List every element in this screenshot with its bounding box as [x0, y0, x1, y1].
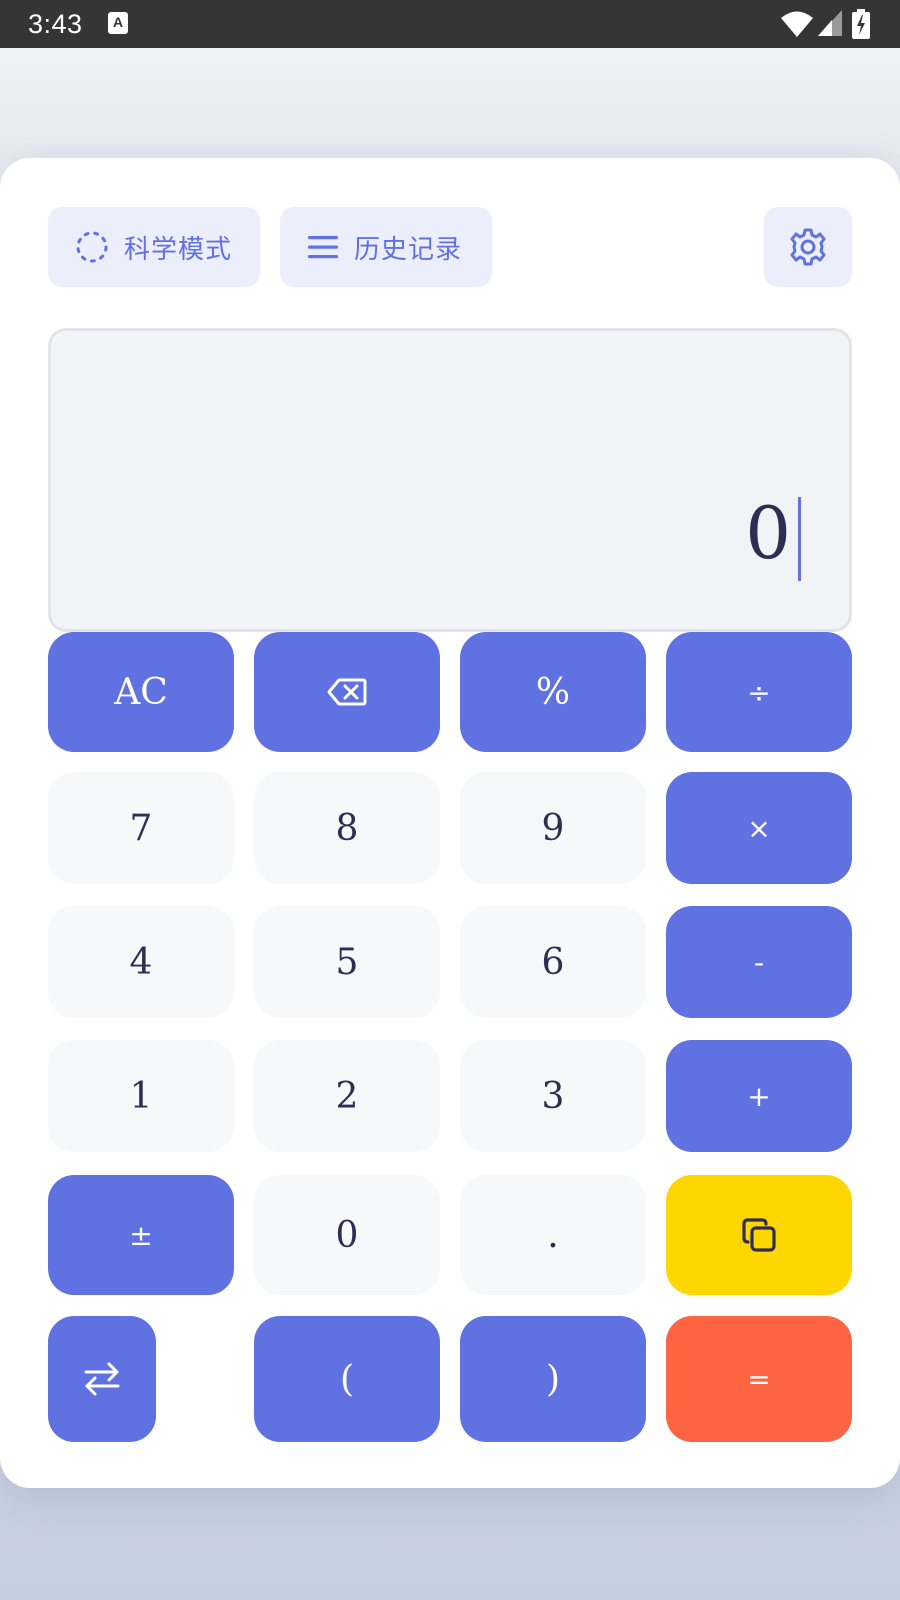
- digit-1-label: 1: [129, 1075, 153, 1117]
- plus-minus-label: ±: [129, 1218, 153, 1252]
- digit-4-button[interactable]: 4: [48, 906, 234, 1018]
- gear-icon: [790, 228, 826, 266]
- digit-5-button[interactable]: 5: [254, 906, 440, 1018]
- text-cursor: [798, 497, 801, 581]
- calculator-card: 科学模式 历史记录 0 AC % ÷ 7 8 9 × 4 5 6 - 1 2 3…: [0, 158, 900, 1488]
- percent-button[interactable]: %: [460, 632, 646, 752]
- open-paren-button[interactable]: (: [254, 1316, 440, 1442]
- all-clear-button[interactable]: AC: [48, 632, 234, 752]
- close-paren-button[interactable]: ): [460, 1316, 646, 1442]
- digit-3-button[interactable]: 3: [460, 1040, 646, 1152]
- plus-label: +: [747, 1079, 771, 1113]
- scientific-mode-label: 科学模式: [124, 234, 233, 265]
- digit-6-label: 6: [541, 941, 565, 983]
- wifi-icon: [781, 11, 813, 37]
- open-paren-label: (: [339, 1358, 355, 1400]
- decimal-point-button[interactable]: .: [460, 1175, 646, 1295]
- percent-label: %: [535, 671, 571, 713]
- scientific-mode-button[interactable]: 科学模式: [48, 207, 260, 287]
- equals-label: =: [747, 1362, 771, 1396]
- plus-button[interactable]: +: [666, 1040, 852, 1152]
- signal-icon: [818, 10, 842, 36]
- history-label: 历史记录: [354, 234, 463, 265]
- backspace-icon: [327, 678, 367, 706]
- notification-icon: A: [108, 12, 128, 34]
- digit-9-button[interactable]: 9: [460, 772, 646, 884]
- digit-8-label: 8: [335, 807, 359, 849]
- digit-2-button[interactable]: 2: [254, 1040, 440, 1152]
- multiply-label: ×: [747, 811, 771, 845]
- dotted-circle-icon: [76, 231, 108, 263]
- copy-button[interactable]: [666, 1175, 852, 1295]
- status-bar: 3:43 A: [0, 0, 900, 48]
- swap-arrows-icon: [84, 1362, 120, 1396]
- digit-0-label: 0: [335, 1214, 359, 1256]
- plus-minus-button[interactable]: ±: [48, 1175, 234, 1295]
- minus-label: -: [753, 945, 765, 979]
- all-clear-label: AC: [114, 671, 168, 713]
- digit-4-label: 4: [129, 941, 153, 983]
- close-paren-label: ): [545, 1358, 561, 1400]
- minus-button[interactable]: -: [666, 906, 852, 1018]
- decimal-point-label: .: [547, 1214, 559, 1256]
- result-display[interactable]: 0: [48, 328, 852, 632]
- battery-icon: [852, 9, 870, 39]
- equals-button[interactable]: =: [666, 1316, 852, 1442]
- copy-icon: [742, 1218, 776, 1252]
- divide-label: ÷: [747, 675, 771, 709]
- divide-button[interactable]: ÷: [666, 632, 852, 752]
- menu-icon: [308, 236, 338, 259]
- digit-2-label: 2: [335, 1075, 359, 1117]
- digit-8-button[interactable]: 8: [254, 772, 440, 884]
- digit-0-button[interactable]: 0: [254, 1175, 440, 1295]
- multiply-button[interactable]: ×: [666, 772, 852, 884]
- digit-7-label: 7: [129, 807, 153, 849]
- status-time: 3:43: [28, 9, 83, 39]
- digit-5-label: 5: [335, 941, 359, 983]
- swap-mode-button[interactable]: [48, 1316, 156, 1442]
- digit-6-button[interactable]: 6: [460, 906, 646, 1018]
- digit-3-label: 3: [541, 1075, 565, 1117]
- backspace-button[interactable]: [254, 632, 440, 752]
- digit-1-button[interactable]: 1: [48, 1040, 234, 1152]
- settings-button[interactable]: [764, 207, 852, 287]
- digit-9-label: 9: [541, 807, 565, 849]
- display-value: 0: [745, 491, 791, 575]
- history-button[interactable]: 历史记录: [280, 207, 492, 287]
- digit-7-button[interactable]: 7: [48, 772, 234, 884]
